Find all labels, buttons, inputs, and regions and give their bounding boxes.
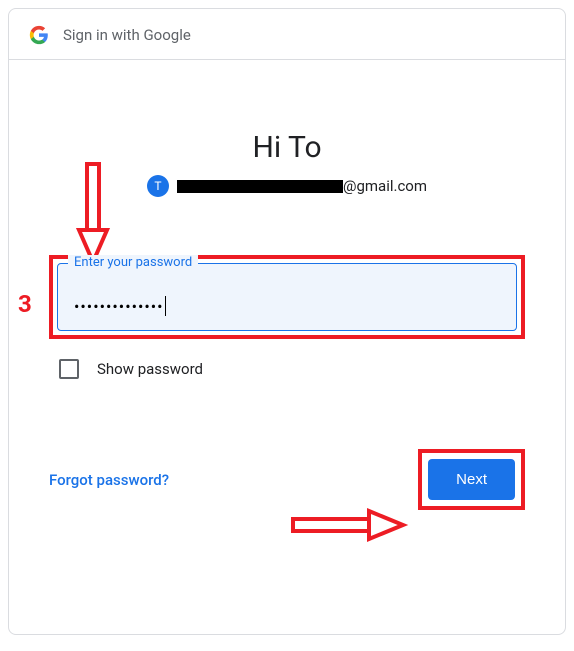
annotation-highlight-password: Enter your password •••••••••••••• [49, 255, 525, 339]
annotation-arrow-right-icon [289, 508, 409, 544]
avatar: T [147, 175, 169, 197]
dialog-header: Sign in with Google [9, 9, 565, 60]
email-domain: @gmail.com [343, 177, 427, 195]
show-password-row: Show password [49, 359, 525, 379]
annotation-step-number: 3 [18, 290, 32, 318]
forgot-password-link[interactable]: Forgot password? [49, 471, 169, 489]
greeting-heading: Hi To [49, 130, 525, 165]
dialog-content: Hi To T @gmail.com Enter your password •… [9, 60, 565, 510]
account-email: @gmail.com [177, 177, 427, 195]
action-row: Forgot password? Next [49, 449, 525, 510]
avatar-letter: T [154, 179, 161, 193]
annotation-highlight-next: Next [418, 449, 525, 510]
header-title: Sign in with Google [63, 26, 191, 44]
show-password-label: Show password [97, 360, 203, 378]
redaction-bar [177, 180, 343, 193]
signin-card: Sign in with Google Hi To T @gmail.com E… [8, 8, 566, 635]
google-logo-icon [29, 25, 49, 45]
text-cursor [165, 296, 166, 316]
password-input[interactable]: Enter your password •••••••••••••• [57, 263, 517, 331]
account-chip[interactable]: T @gmail.com [49, 175, 525, 197]
password-value: •••••••••••••• [74, 296, 166, 316]
annotation-arrow-down-icon [75, 160, 111, 270]
show-password-checkbox[interactable] [59, 359, 79, 379]
password-label: Enter your password [68, 255, 198, 270]
next-button[interactable]: Next [428, 459, 515, 500]
